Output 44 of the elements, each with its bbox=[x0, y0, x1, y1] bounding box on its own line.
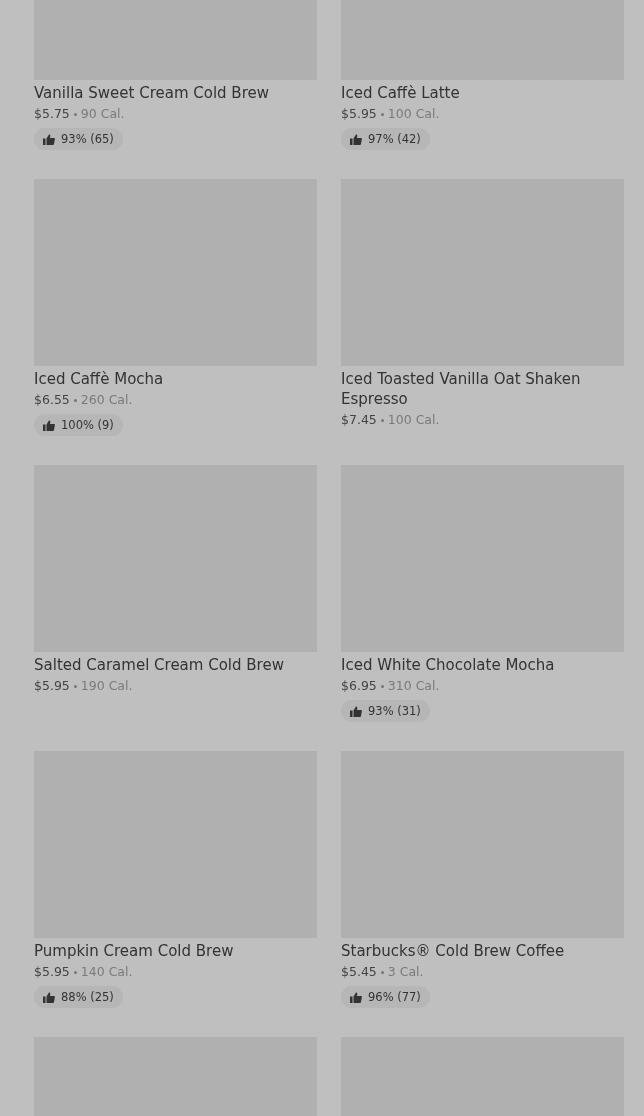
separator-dot-icon bbox=[73, 113, 77, 116]
calories: 3 Cal. bbox=[387, 964, 424, 979]
product-name[interactable]: Iced Caffè Mocha bbox=[34, 369, 164, 389]
price: $5.95 bbox=[341, 106, 377, 121]
product-name[interactable]: Iced Caffè Latte bbox=[341, 83, 460, 103]
thumbs-up-icon bbox=[350, 133, 362, 145]
separator-dot-icon bbox=[380, 419, 384, 422]
product-name[interactable]: Iced White Chocolate Mocha bbox=[341, 655, 555, 675]
product-name[interactable]: Iced Toasted Vanilla Oat Shaken Espresso bbox=[341, 369, 624, 409]
thumbs-up-icon bbox=[43, 133, 55, 145]
calories: 140 Cal. bbox=[80, 964, 133, 979]
price: $5.45 bbox=[341, 964, 377, 979]
calories: 260 Cal. bbox=[80, 392, 133, 407]
separator-dot-icon bbox=[73, 971, 77, 974]
separator-dot-icon bbox=[380, 971, 384, 974]
calories: 310 Cal. bbox=[387, 678, 440, 693]
product-name[interactable]: Vanilla Sweet Cream Cold Brew bbox=[34, 83, 269, 103]
price: $6.55 bbox=[34, 392, 70, 407]
thumbs-up-icon bbox=[350, 991, 362, 1003]
calories: 90 Cal. bbox=[80, 106, 125, 121]
product-name[interactable]: Salted Caramel Cream Cold Brew bbox=[34, 655, 284, 675]
rating-text: 93% (31) bbox=[368, 704, 421, 718]
separator-dot-icon bbox=[73, 685, 77, 688]
calories: 100 Cal. bbox=[387, 106, 440, 121]
separator-dot-icon bbox=[73, 399, 77, 402]
calories: 190 Cal. bbox=[80, 678, 133, 693]
product-name[interactable]: Starbucks® Cold Brew Coffee bbox=[341, 941, 565, 961]
price: $5.95 bbox=[34, 678, 70, 693]
product-name[interactable]: Pumpkin Cream Cold Brew bbox=[34, 941, 234, 961]
price: $5.95 bbox=[34, 964, 70, 979]
thumbs-up-icon bbox=[350, 705, 362, 717]
price: $7.45 bbox=[341, 412, 377, 427]
rating-text: 96% (77) bbox=[368, 990, 421, 1004]
calories: 100 Cal. bbox=[387, 412, 440, 427]
separator-dot-icon bbox=[380, 113, 384, 116]
separator-dot-icon bbox=[380, 685, 384, 688]
rating-text: 97% (42) bbox=[368, 132, 421, 146]
rating-text: 88% (25) bbox=[61, 990, 114, 1004]
thumbs-up-icon bbox=[43, 991, 55, 1003]
price: $6.95 bbox=[341, 678, 377, 693]
rating-text: 93% (65) bbox=[61, 132, 114, 146]
price: $5.75 bbox=[34, 106, 70, 121]
rating-text: 100% (9) bbox=[61, 418, 114, 432]
thumbs-up-icon bbox=[43, 419, 55, 431]
